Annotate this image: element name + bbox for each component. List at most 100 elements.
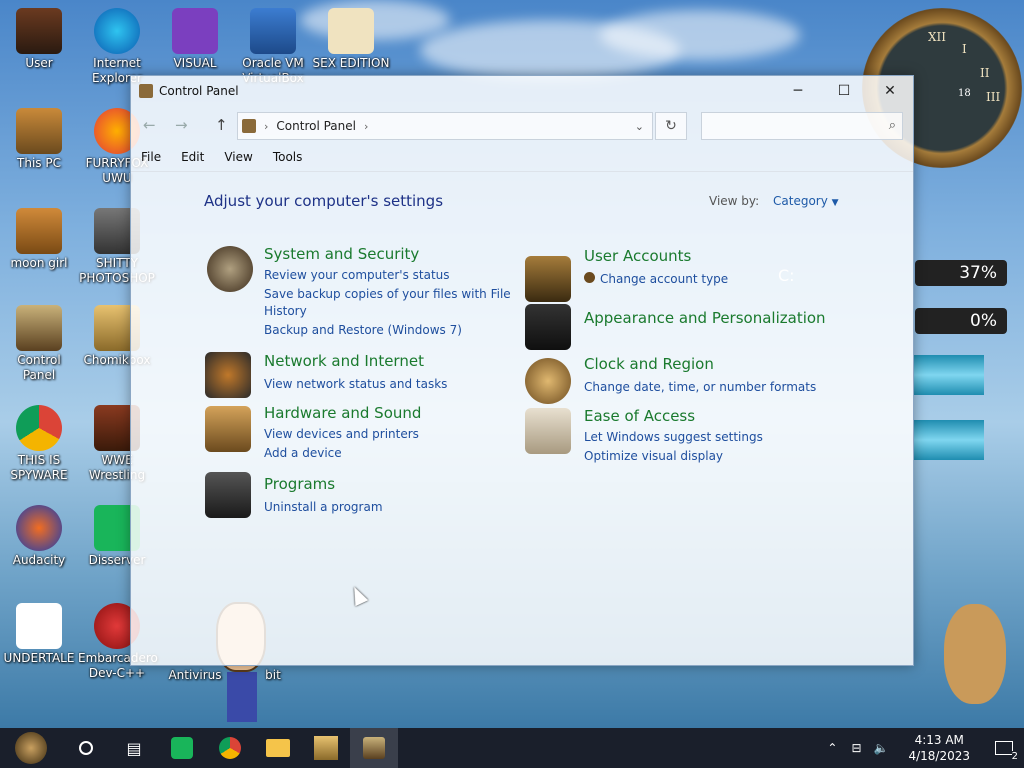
link-optimize-display[interactable]: Optimize visual display — [584, 449, 723, 463]
link-date-time-formats[interactable]: Change date, time, or number formats — [584, 380, 816, 394]
pipe-gadget — [914, 420, 984, 460]
chevron-up-icon[interactable]: ⌃ — [827, 741, 837, 755]
category-appearance[interactable]: Appearance and Personalization — [584, 309, 826, 327]
desktop-icon-visual[interactable]: VISUAL — [156, 8, 234, 71]
cortana-button[interactable] — [62, 728, 110, 768]
clock-numeral: I — [962, 42, 967, 56]
network-icon[interactable] — [205, 352, 251, 398]
link-devices-printers[interactable]: View devices and printers — [264, 427, 419, 441]
spotify-icon — [171, 737, 193, 759]
desktop-icon-label: Audacity — [12, 553, 66, 567]
maximize-button[interactable]: ☐ — [821, 76, 867, 106]
menu-divider — [131, 171, 913, 172]
desktop-icon-moon-girl[interactable]: moon girl — [0, 208, 78, 271]
control-panel-window[interactable]: Control Panel ─ ☐ ✕ ← → ↑ › Control Pane… — [130, 75, 914, 666]
view-by-dropdown[interactable]: Category ▼ — [773, 194, 839, 208]
clock-icon[interactable] — [525, 358, 571, 404]
network-tray-icon[interactable]: ⊟ — [851, 741, 861, 755]
edge-icon — [94, 8, 140, 54]
category-programs[interactable]: Programs — [264, 475, 335, 493]
desktop-icon-audacity[interactable]: Audacity — [0, 505, 78, 568]
link-file-history-2[interactable]: History — [264, 304, 307, 318]
link-uninstall[interactable]: Uninstall a program — [264, 500, 383, 514]
programs-icon[interactable] — [205, 472, 251, 518]
pipe-gadget — [914, 355, 984, 395]
link-review-status[interactable]: Review your computer's status — [264, 268, 450, 282]
category-ease-of-access[interactable]: Ease of Access — [584, 407, 695, 425]
taskbar-clock[interactable]: 4:13 AM 4/18/2023 — [908, 732, 970, 764]
desktop-icon-user[interactable]: User — [0, 8, 78, 71]
start-icon — [15, 732, 47, 764]
link-network-status[interactable]: View network status and tasks — [264, 377, 447, 391]
desktop-icon-sex-edition[interactable]: SEX EDITION — [312, 8, 390, 71]
menu-view[interactable]: View — [224, 150, 252, 164]
control-panel-small-icon — [139, 84, 153, 98]
hamster-image — [944, 604, 1006, 704]
taskbar-file-explorer[interactable] — [254, 728, 302, 768]
clock-numeral: III — [986, 90, 1001, 104]
taskbar-chrome[interactable] — [206, 728, 254, 768]
control-panel-icon — [16, 305, 62, 351]
menu-tools[interactable]: Tools — [273, 150, 303, 164]
search-input[interactable]: ⌕ — [701, 112, 903, 140]
chevron-right-icon[interactable]: › — [364, 120, 368, 133]
chrome-icon — [219, 737, 241, 759]
virtualbox-icon — [250, 8, 296, 54]
start-button[interactable] — [0, 728, 62, 768]
ram-gauge: 0% — [915, 308, 1007, 334]
desktop-icon-label: THIS IS SPYWARE — [10, 453, 68, 482]
forward-arrow-icon[interactable]: → — [175, 116, 188, 134]
volume-muted-icon[interactable]: 🔈 — [874, 741, 889, 755]
notification-button[interactable]: 2 — [984, 728, 1024, 768]
desktop-icon-label: Control Panel — [17, 353, 61, 382]
shield-icon[interactable] — [207, 246, 253, 292]
notification-count: 2 — [1011, 751, 1018, 762]
category-network[interactable]: Network and Internet — [264, 352, 424, 370]
address-bar[interactable]: › Control Panel › ⌄ — [237, 112, 653, 140]
link-add-device[interactable]: Add a device — [264, 446, 342, 460]
visual-studio-icon — [172, 8, 218, 54]
link-backup-restore[interactable]: Backup and Restore (Windows 7) — [264, 323, 462, 337]
taskbar-spotify[interactable] — [158, 728, 206, 768]
appearance-icon[interactable] — [525, 304, 571, 350]
window-title: Control Panel — [159, 84, 239, 98]
category-system-security[interactable]: System and Security — [264, 245, 419, 263]
desktop-icon-control-panel[interactable]: Control Panel — [0, 305, 78, 383]
chevron-right-icon[interactable]: › — [264, 120, 268, 133]
back-arrow-icon[interactable]: ← — [143, 116, 156, 134]
desktop-icon-label: UNDERTALE — [3, 651, 75, 665]
ram-percent: 0% — [970, 311, 997, 331]
task-view-button[interactable]: ▤ — [110, 728, 158, 768]
link-suggest-settings[interactable]: Let Windows suggest settings — [584, 430, 763, 444]
desktop-icon-label: VISUAL — [173, 56, 217, 70]
task-view-icon: ▤ — [126, 738, 142, 758]
chrome-icon — [16, 405, 62, 451]
link-file-history[interactable]: Save backup copies of your files with Fi… — [264, 287, 511, 301]
ease-of-access-icon[interactable] — [525, 408, 571, 454]
close-button[interactable]: ✕ — [867, 76, 913, 106]
desktop-icon-undertale[interactable]: UNDERTALE — [0, 603, 78, 666]
menu-file[interactable]: File — [141, 150, 161, 164]
taskbar-chomikbox[interactable] — [302, 728, 350, 768]
taskbar-control-panel[interactable] — [350, 728, 398, 768]
minimize-button[interactable]: ─ — [775, 76, 821, 106]
desktop-icon-this-pc[interactable]: This PC — [0, 108, 78, 171]
speaker-icon[interactable] — [205, 406, 251, 452]
taskbar-time: 4:13 AM — [914, 733, 964, 747]
menu-edit[interactable]: Edit — [181, 150, 204, 164]
control-panel-small-icon — [242, 119, 256, 133]
link-change-account-type[interactable]: Change account type — [600, 272, 728, 286]
users-icon[interactable] — [525, 256, 571, 302]
category-user-accounts[interactable]: User Accounts — [584, 247, 691, 265]
page-title: Adjust your computer's settings — [204, 192, 444, 210]
up-arrow-icon[interactable]: ↑ — [215, 116, 228, 134]
category-hardware[interactable]: Hardware and Sound — [264, 404, 421, 422]
refresh-button[interactable]: ↻ — [655, 112, 687, 140]
cpu-percent: 37% — [959, 263, 997, 283]
category-clock-region[interactable]: Clock and Region — [584, 355, 714, 373]
hxd-icon — [328, 8, 374, 54]
menu-bar: File Edit View Tools — [141, 150, 302, 164]
chevron-down-icon[interactable]: ⌄ — [635, 120, 644, 133]
desktop-icon-chrome[interactable]: THIS IS SPYWARE — [0, 405, 78, 483]
desktop-icon-label: SEX EDITION — [312, 56, 390, 70]
